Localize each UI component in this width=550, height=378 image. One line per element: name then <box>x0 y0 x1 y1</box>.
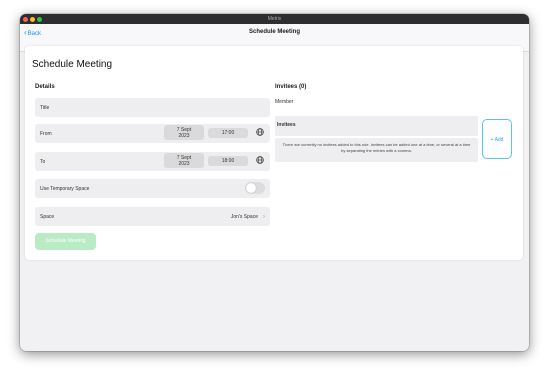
invitees-input[interactable]: Invitees <box>275 116 478 136</box>
temporary-space-row: Use Temporary Space <box>35 179 270 198</box>
from-label: From <box>40 130 52 137</box>
title-field[interactable]: Title <box>35 98 270 117</box>
add-label: Add <box>494 137 504 143</box>
invitees-label: Invitees <box>277 122 296 128</box>
to-row: To 7 Sept 2023 18:00 <box>35 152 270 171</box>
page-title: Schedule Meeting <box>32 59 113 70</box>
nav-title: Schedule Meeting <box>248 29 300 35</box>
window-title: Metrix <box>267 16 282 22</box>
chevron-right-icon: › <box>263 213 265 220</box>
space-value: Jon's Space <box>230 213 258 220</box>
to-label: To <box>40 158 46 165</box>
globe-icon[interactable] <box>256 156 264 164</box>
toggle-knob <box>246 183 256 193</box>
to-date-year: 2023 <box>178 160 190 167</box>
title-placeholder: Title <box>40 104 50 111</box>
schedule-meeting-button[interactable]: Schedule Meeting <box>35 233 96 250</box>
from-date-year: 2023 <box>178 132 190 139</box>
details-section-label: Details <box>35 84 55 90</box>
app-window: Metrix ‹Back Schedule Meeting Schedule M… <box>20 14 529 351</box>
from-time-button[interactable]: 17:00 <box>208 128 248 138</box>
to-date-button[interactable]: 7 Sept 2023 <box>164 153 204 168</box>
from-row: From 7 Sept 2023 17:00 <box>35 124 270 143</box>
zoom-window-button[interactable] <box>37 16 42 22</box>
close-window-button[interactable] <box>23 16 28 22</box>
add-invitee-button[interactable]: + Add <box>482 119 512 159</box>
to-time-button[interactable]: 18:00 <box>208 156 248 166</box>
space-label: Space <box>40 213 55 220</box>
temporary-space-toggle[interactable] <box>245 182 265 194</box>
invitees-header: Invitees (0) <box>275 84 307 90</box>
member-label: Member <box>275 99 294 105</box>
form-card: Schedule Meeting Details Title From 7 Se… <box>25 46 523 260</box>
invitees-empty-note: There are currently no invitees added to… <box>275 138 478 162</box>
title-bar: Metrix <box>20 14 529 24</box>
temporary-space-label: Use Temporary Space <box>40 185 90 192</box>
from-date-button[interactable]: 7 Sept 2023 <box>164 125 204 140</box>
space-row[interactable]: Space Jon's Space › <box>35 207 270 226</box>
globe-icon[interactable] <box>256 128 264 136</box>
minimize-window-button[interactable] <box>30 16 35 22</box>
plus-icon: + <box>490 137 494 143</box>
